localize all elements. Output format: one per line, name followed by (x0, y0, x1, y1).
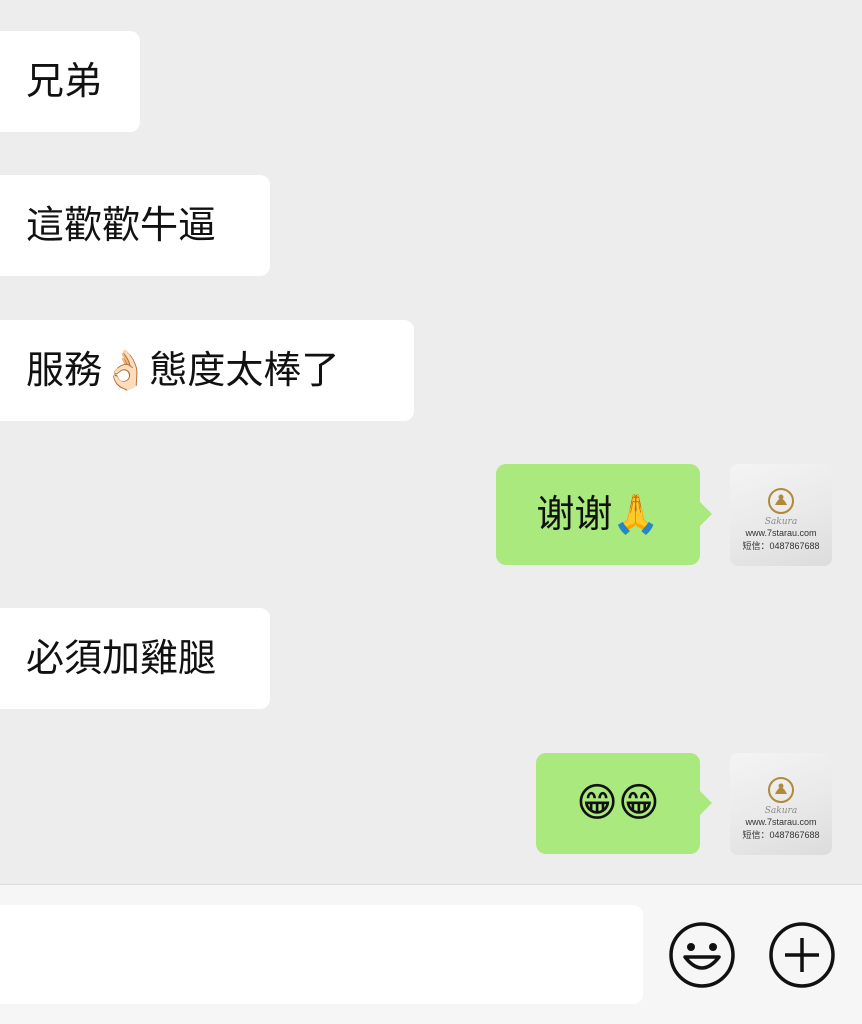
avatar-phone: 短信：0487867688 (742, 830, 820, 840)
message-bubble-incoming[interactable]: 服務👌🏻態度太棒了 (0, 320, 414, 421)
bubble-tail (700, 502, 712, 526)
avatar-phone: 短信：0487867688 (742, 541, 820, 551)
message-bubble-incoming[interactable]: 兄弟 (0, 31, 140, 132)
message-bubble-incoming[interactable]: 這歡歡牛逼 (0, 175, 270, 276)
message-text: 😁😁 (576, 780, 660, 826)
message-bubble-incoming[interactable]: 必須加雞腿 (0, 608, 270, 709)
avatar-script-text: Sakura (764, 517, 798, 527)
message-bubble-outgoing[interactable]: 谢谢🙏 (496, 464, 712, 565)
bubble-tail (700, 791, 712, 815)
avatar[interactable]: Sakura www.7starau.com 短信：0487867688 (730, 753, 832, 855)
message-text: 這歡歡牛逼 (26, 203, 217, 247)
message-text: 服務👌🏻態度太棒了 (26, 348, 340, 392)
message-text: 兄弟 (26, 59, 103, 103)
message-bubble-outgoing[interactable]: 😁😁 (536, 753, 712, 854)
avatar-website: www.7starau.com (745, 528, 817, 538)
avatar-script-text: Sakura (764, 806, 798, 816)
emoji-button[interactable] (668, 921, 736, 989)
avatar-website: www.7starau.com (745, 817, 817, 827)
more-button[interactable] (768, 921, 836, 989)
chat-area[interactable]: 兄弟 這歡歡牛逼 服務👌🏻態度太棒了 谢谢🙏 Sakura www.7stara… (0, 0, 862, 884)
message-input[interactable] (0, 905, 643, 1004)
message-text: 谢谢🙏 (536, 492, 660, 536)
smiley-face-icon (669, 922, 735, 988)
input-bar (0, 884, 862, 1024)
message-text: 必須加雞腿 (26, 636, 217, 680)
avatar[interactable]: Sakura www.7starau.com 短信：0487867688 (730, 464, 832, 566)
logo-emblem-icon (768, 777, 794, 803)
logo-emblem-icon (768, 488, 794, 514)
plus-circle-icon (769, 922, 835, 988)
